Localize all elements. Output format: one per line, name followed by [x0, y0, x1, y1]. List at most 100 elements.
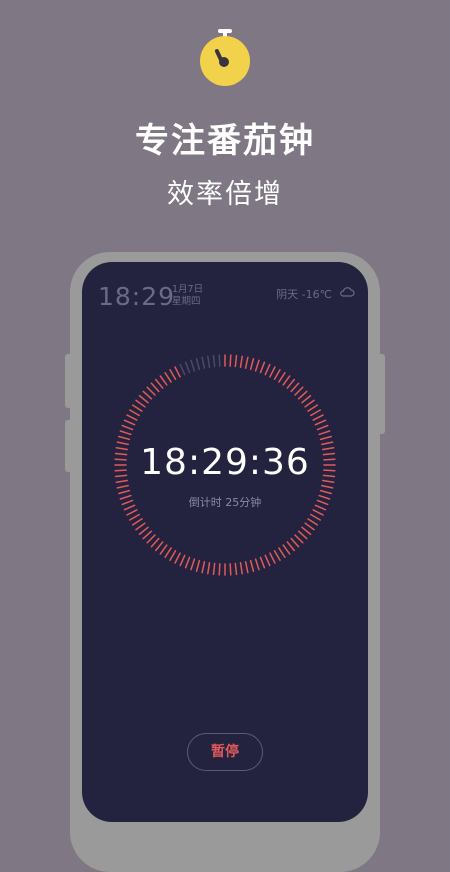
dial-tick	[164, 547, 172, 558]
dial-tick	[234, 354, 238, 368]
dial-tick	[307, 404, 318, 412]
dial-tick	[254, 558, 260, 571]
dial-tick	[201, 561, 206, 574]
dial-tick	[282, 375, 291, 386]
dial-tick	[132, 404, 143, 412]
dial-tick	[264, 363, 271, 376]
dial-tick	[146, 534, 156, 544]
dial-tick	[278, 372, 286, 383]
dial-tick	[212, 562, 216, 576]
dial-tick	[294, 386, 304, 396]
dial-tick	[304, 522, 315, 531]
dial-tick	[190, 558, 196, 571]
dial-tick	[190, 359, 196, 372]
dial-tick	[132, 518, 143, 526]
dial-tick	[179, 363, 186, 376]
dial-tick	[259, 556, 266, 569]
dial-tick	[269, 366, 276, 378]
dial-tick	[304, 399, 315, 408]
dial-tick	[297, 390, 308, 400]
dial-tick	[218, 563, 221, 576]
dial-tick	[286, 541, 295, 552]
dial-tick	[169, 549, 177, 562]
dial-tick	[116, 484, 129, 489]
dial-tick	[290, 382, 300, 393]
dial-tick	[184, 556, 191, 569]
dial-tick	[282, 544, 291, 555]
dial-tick	[146, 386, 156, 396]
dial-tick	[201, 356, 206, 369]
dial-tick	[155, 378, 164, 389]
dial-tick	[316, 424, 329, 431]
dial-tick	[278, 547, 286, 558]
dial-tick	[174, 366, 181, 378]
dial-tick	[121, 424, 134, 431]
dial-tick	[290, 537, 300, 548]
dial-tick	[254, 359, 260, 372]
stopwatch-hub	[219, 57, 229, 67]
dial-tick	[126, 414, 138, 421]
headline: 专注番茄钟	[135, 121, 315, 161]
dial-tick	[301, 526, 312, 535]
dial-tick	[234, 562, 238, 576]
timer-caption: 倒计时 25分钟	[188, 496, 262, 509]
dial-tick	[135, 522, 146, 531]
dial-tick	[229, 563, 232, 576]
dial-tick	[297, 530, 308, 540]
dial-tick	[212, 354, 216, 368]
dial-tick	[159, 375, 168, 386]
dial-tick	[319, 435, 332, 441]
dial-tick	[195, 358, 201, 371]
dial-tick	[118, 435, 131, 441]
dial-tick	[312, 414, 324, 421]
status-weekday: 星期四	[172, 296, 201, 307]
dial-tick	[128, 409, 141, 417]
dial-tick	[159, 544, 168, 555]
dial-tick	[174, 552, 181, 564]
stopwatch-knob	[218, 29, 232, 33]
dial-tick	[155, 541, 164, 552]
dial-tick	[179, 554, 186, 567]
dial-tick	[142, 530, 153, 540]
status-weather: 阴天 -16℃	[276, 288, 332, 301]
subheadline: 效率倍增	[167, 179, 283, 210]
timer-display: 18:29:36	[140, 442, 310, 483]
pause-button[interactable]: 暂停	[187, 733, 263, 771]
status-time: 18:29	[98, 282, 176, 311]
stopwatch-icon	[200, 29, 250, 86]
dial-tick	[184, 361, 191, 374]
dial-tick	[239, 562, 243, 575]
dial-tick	[301, 395, 312, 404]
dial-tick	[321, 484, 334, 489]
status-date-block: 1月7日 星期四	[172, 284, 203, 308]
dial-tick	[150, 537, 160, 548]
dial-tick	[264, 554, 271, 567]
dial-tick	[164, 372, 172, 383]
dial-tick	[312, 509, 324, 516]
dial-tick	[128, 513, 141, 521]
dial-tick	[294, 534, 304, 544]
dial-tick	[218, 354, 221, 367]
dial-tick	[207, 355, 211, 368]
cloud-icon	[340, 287, 355, 297]
dial-tick	[138, 395, 149, 404]
dial-tick	[314, 419, 327, 426]
dial-tick	[138, 526, 149, 535]
dial-tick	[259, 361, 266, 374]
dial-tick	[207, 562, 211, 575]
dial-tick	[195, 559, 201, 572]
dial-tick	[135, 399, 146, 408]
dial-tick	[273, 368, 281, 381]
dial-tick	[119, 430, 132, 436]
dial-tick	[269, 552, 276, 564]
dial-tick	[244, 561, 249, 574]
dial-tick	[249, 559, 255, 572]
dial-tick	[169, 368, 177, 381]
dial-tick	[123, 419, 136, 426]
dial-tick	[249, 358, 255, 371]
dial-tick	[244, 356, 249, 369]
dial-tick	[239, 355, 243, 368]
dial-tick	[286, 378, 295, 389]
dial-tick	[126, 509, 138, 516]
dial-tick	[150, 382, 160, 393]
